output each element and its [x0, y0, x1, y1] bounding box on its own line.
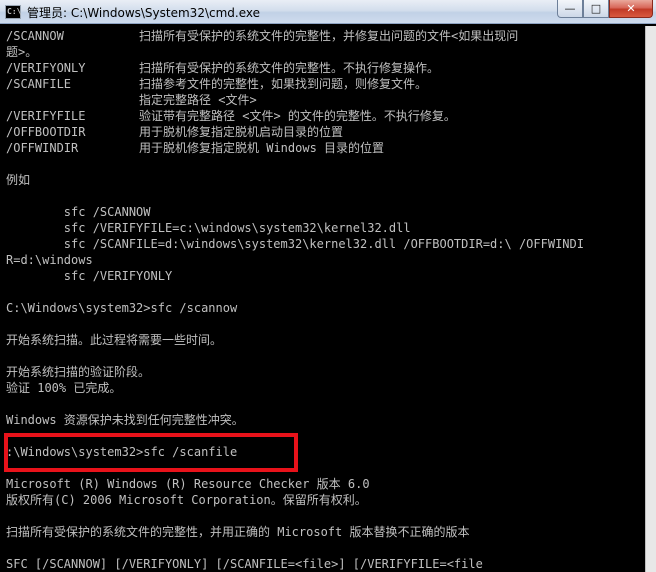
console-line: 开始系统扫描。此过程将需要一些时间。: [6, 332, 222, 348]
close-button[interactable]: ✕: [609, 0, 653, 18]
console-line: /SCANFILE 扫描参考文件的完整性，如果找到问题，则修复文件。: [6, 76, 427, 92]
console-line: R=d:\windows: [6, 252, 93, 268]
console-line-text: :\Windows\system32>sfc /scanfile: [6, 445, 238, 459]
console-line-desc: 验证带有完整路径 <文件> 的文件的完整性。不执行修复。: [139, 109, 456, 123]
console-line-text: 例如: [6, 173, 31, 187]
console-line: /OFFWINDIR 用于脱机修复指定脱机 Windows 目录的位置: [6, 140, 384, 156]
console-line-text: R=d:\windows: [6, 253, 93, 267]
console-line-text: /SCANNOW: [6, 29, 64, 43]
console-line: /SCANNOW 扫描所有受保护的系统文件的完整性，并修复出问题的文件<如果出现问: [6, 28, 518, 44]
console-line-desc: 用于脱机修复指定脱机 Windows 目录的位置: [139, 141, 385, 155]
console-line-text: 开始系统扫描的验证阶段。: [6, 365, 151, 379]
console-line-desc: 扫描所有受保护的系统文件的完整性。不执行修复操作。: [139, 61, 440, 75]
console-line: 例如: [6, 172, 30, 188]
console-line-text: 版权所有(C) 2006 Microsoft Corporation。保留所有权…: [6, 493, 367, 507]
window-title: 管理员: C:\Windows\System32\cmd.exe: [27, 6, 260, 20]
console-line-text: sfc /VERIFYONLY: [6, 269, 173, 283]
console-line: Microsoft (R) Windows (R) Resource Check…: [6, 476, 370, 492]
console-line: /OFFBOOTDIR 用于脱机修复指定脱机启动目录的位置: [6, 124, 343, 140]
console-line: sfc /SCANFILE=d:\windows\system32\kernel…: [6, 236, 584, 252]
console-line-text: sfc /SCANNOW: [6, 205, 151, 219]
console-line: 扫描所有受保护的系统文件的完整性，并用正确的 Microsoft 版本替换不正确…: [6, 524, 469, 540]
console-line-text: sfc /VERIFYFILE=c:\windows\system32\kern…: [6, 221, 411, 235]
console-line-desc: 指定完整路径 <文件>: [139, 93, 257, 107]
console-line: /VERIFYFILE 验证带有完整路径 <文件> 的文件的完整性。不执行修复。: [6, 108, 456, 124]
console-line-desc: 扫描参考文件的完整性，如果找到问题，则修复文件。: [139, 77, 428, 91]
console-line-text: SFC [/SCANNOW] [/VERIFYONLY] [/SCANFILE=…: [6, 557, 483, 571]
console-line: Windows 资源保护未找到任何完整性冲突。: [6, 412, 244, 428]
console-line-text: Microsoft (R) Windows (R) Resource Check…: [6, 477, 370, 491]
console-line: sfc /VERIFYONLY: [6, 268, 172, 284]
maximize-button[interactable]: □: [583, 0, 609, 18]
console-line-text: /VERIFYONLY: [6, 61, 86, 75]
console-line-text: 验证 100% 已完成。: [6, 381, 122, 395]
console-line-text: 扫描所有受保护的系统文件的完整性，并用正确的 Microsoft 版本替换不正确…: [6, 525, 470, 539]
cmd-icon[interactable]: C:\: [5, 5, 21, 19]
console-line-text: sfc /SCANFILE=d:\windows\system32\kernel…: [6, 237, 584, 251]
console-line-text: /SCANFILE: [6, 77, 72, 91]
console-line-text: /OFFWINDIR: [6, 141, 79, 155]
console-line-text: 开始系统扫描。此过程将需要一些时间。: [6, 333, 223, 347]
console-line-text: Windows 资源保护未找到任何完整性冲突。: [6, 413, 244, 427]
console-line: 开始系统扫描的验证阶段。: [6, 364, 150, 380]
console-line: 版权所有(C) 2006 Microsoft Corporation。保留所有权…: [6, 492, 367, 508]
console-line-text: C:\Windows\system32>sfc /scannow: [6, 301, 238, 315]
console-line-desc: 扫描所有受保护的系统文件的完整性，并修复出问题的文件<如果出现问: [139, 29, 519, 43]
console-line-text: /VERIFYFILE: [6, 109, 86, 123]
title-bar[interactable]: C:\ 管理员: C:\Windows\System32\cmd.exe — □…: [0, 0, 656, 24]
console-line: 题>。: [6, 44, 37, 60]
window-controls: — □ ✕: [557, 0, 653, 20]
console-output[interactable]: /SCANNOW 扫描所有受保护的系统文件的完整性，并修复出问题的文件<如果出现问…: [0, 26, 645, 572]
console-line: /VERIFYONLY 扫描所有受保护的系统文件的完整性。不执行修复操作。: [6, 60, 439, 76]
minimize-button[interactable]: —: [557, 0, 583, 18]
console-line: sfc /VERIFYFILE=c:\windows\system32\kern…: [6, 220, 411, 236]
vertical-scrollbar[interactable]: [645, 26, 656, 572]
console-line: sfc /SCANNOW: [6, 204, 151, 220]
console-line: 验证 100% 已完成。: [6, 380, 121, 396]
console-line: :\Windows\system32>sfc /scanfile: [6, 444, 237, 460]
cmd-window: C:\ 管理员: C:\Windows\System32\cmd.exe — □…: [0, 0, 656, 572]
console-line-text: 题>。: [6, 45, 38, 59]
console-line: C:\Windows\system32>sfc /scannow: [6, 300, 237, 316]
console-line: SFC [/SCANNOW] [/VERIFYONLY] [/SCANFILE=…: [6, 556, 483, 572]
console-line-text: /OFFBOOTDIR: [6, 125, 86, 139]
console-line-desc: 用于脱机修复指定脱机启动目录的位置: [139, 125, 344, 139]
